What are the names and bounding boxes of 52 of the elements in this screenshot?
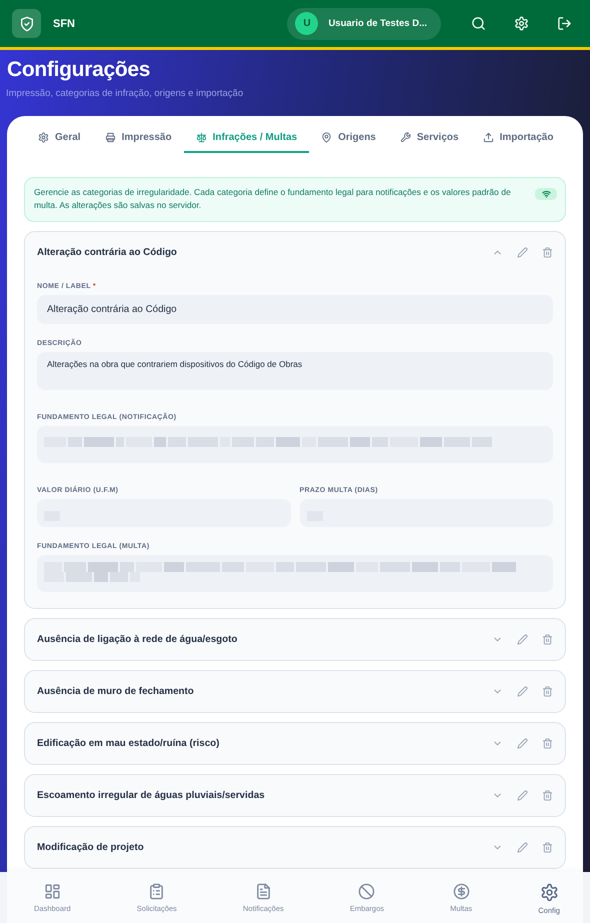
tab[interactable]: Infrações / Multas	[184, 126, 310, 153]
delete-button[interactable]	[542, 634, 553, 645]
dashboard-icon	[44, 882, 61, 900]
user-avatar: U	[295, 12, 318, 35]
scale-icon	[196, 132, 207, 143]
shield-logo-icon	[12, 9, 41, 38]
delete-button[interactable]	[542, 247, 553, 258]
tab[interactable]: Geral	[26, 126, 93, 153]
edit-button[interactable]	[517, 247, 528, 258]
input-field[interactable]	[37, 426, 553, 463]
delete-button[interactable]	[542, 790, 553, 801]
category-title[interactable]: Escoamento irregular de águas pluviais/servidas	[37, 790, 478, 801]
gear-icon	[38, 132, 49, 143]
search-icon	[471, 16, 486, 31]
category-title[interactable]: Ausência de ligação à rede de água/esgoto	[37, 634, 478, 645]
tab[interactable]: Importação	[470, 126, 566, 153]
page-title: Configurações	[7, 58, 152, 82]
edit-button[interactable]	[517, 686, 528, 697]
edit-button[interactable]	[517, 842, 528, 853]
wrench-icon	[400, 132, 411, 143]
gear-icon	[540, 883, 559, 902]
wifi-icon	[535, 188, 557, 200]
edit-button[interactable]	[517, 738, 528, 749]
category-title[interactable]: Edificação em mau estado/ruína (risco)	[37, 738, 478, 749]
user-name: Usuario de Testes D...	[328, 18, 427, 29]
input-field[interactable]	[37, 555, 553, 592]
category-title[interactable]: Modificação de projeto	[37, 842, 478, 853]
description-textarea[interactable]: Alterações na obra que contrariem dispositivos do Código de Obras	[37, 352, 553, 390]
delete-button[interactable]	[542, 686, 553, 697]
upload-icon	[482, 132, 494, 143]
app-name: SFN	[53, 18, 76, 30]
gear-icon	[514, 16, 529, 31]
map-pin-icon	[321, 132, 332, 143]
tab[interactable]: Origens	[309, 126, 388, 153]
name-input[interactable]: Alteração contrária ao Código	[37, 295, 553, 324]
ban-icon	[358, 882, 376, 900]
document-icon	[254, 882, 272, 900]
dollar-icon	[452, 882, 470, 900]
delete-button[interactable]	[542, 738, 553, 749]
logout-icon	[557, 16, 572, 31]
category-title[interactable]: Alteração contrária ao Código	[37, 247, 478, 258]
page-subtitle: Impressão, categorias de infração, origens e importação	[6, 88, 244, 99]
edit-button[interactable]	[517, 790, 528, 801]
category-title[interactable]: Ausência de muro de fechamento	[37, 686, 478, 697]
info-text: Gerencie as categorias de irregularidade. Cada categoria define o fundamento legal para notificações e os valores padrão de multa. As alterações são salvas no servidor.	[34, 186, 512, 212]
delete-button[interactable]	[542, 842, 553, 853]
tab[interactable]: Impressão	[92, 126, 184, 153]
printer-icon	[104, 132, 116, 143]
edit-button[interactable]	[517, 634, 528, 645]
tab[interactable]: Serviços	[388, 126, 471, 153]
clipboard-icon	[148, 882, 166, 900]
user-chip[interactable]: U Usuario de Testes D...	[287, 8, 441, 40]
